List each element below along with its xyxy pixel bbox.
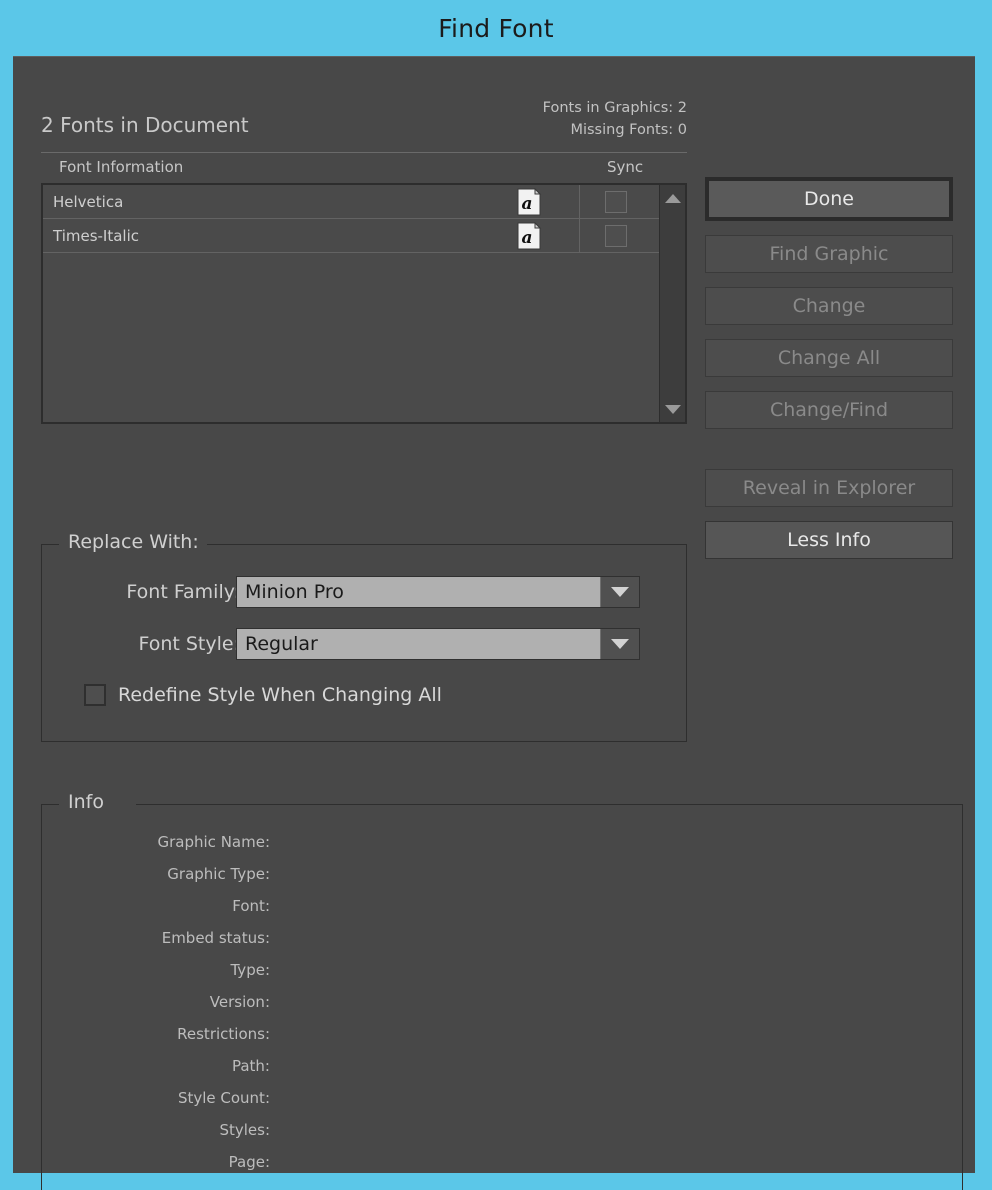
sync-checkbox[interactable] [604, 190, 627, 213]
scroll-up-arrow-icon[interactable] [660, 187, 685, 209]
info-label: Restrictions: [177, 1025, 270, 1043]
font-list-row[interactable]: Helvetica a [43, 185, 659, 219]
fonts-in-graphics-count: Fonts in Graphics: 2 [542, 100, 687, 116]
info-row: Graphic Type: [42, 858, 962, 890]
change-find-button[interactable]: Change/Find [705, 391, 953, 429]
button-group-spacer [705, 443, 953, 469]
info-field-list: Graphic Name: Graphic Type: Font: Embed sta… [42, 826, 962, 1178]
sync-cell[interactable] [579, 219, 652, 252]
redefine-style-checkbox[interactable] [84, 684, 106, 706]
missing-fonts-count: Missing Fonts: 0 [570, 122, 687, 138]
fonts-in-document-count: 2 Fonts in Document [41, 113, 249, 137]
info-legend: Info [60, 791, 112, 813]
info-label: Styles: [219, 1121, 270, 1139]
info-label: Graphic Type: [167, 865, 270, 883]
change-all-button[interactable]: Change All [705, 339, 953, 377]
info-label: Type: [230, 961, 270, 979]
svg-text:a: a [521, 194, 532, 214]
info-row: Graphic Name: [42, 826, 962, 858]
postscript-font-icon: a [515, 221, 543, 250]
font-family-label: Font Family: [126, 581, 240, 603]
done-button[interactable]: Done [705, 177, 953, 221]
font-list-rows[interactable]: Helvetica a Times-Italic a [43, 185, 659, 422]
info-row: Version: [42, 986, 962, 1018]
info-label: Graphic Name: [157, 833, 271, 851]
redefine-style-label: Redefine Style When Changing All [118, 684, 442, 706]
info-row: Page: [42, 1146, 962, 1178]
info-label: Embed status: [161, 929, 270, 947]
font-style-dropdown[interactable]: Regular [236, 628, 640, 660]
info-row: Restrictions: [42, 1018, 962, 1050]
font-list-row[interactable]: Times-Italic a [43, 219, 659, 253]
sync-cell[interactable] [579, 185, 652, 218]
font-name-label: Times-Italic [53, 226, 140, 245]
column-header-sync: Sync [607, 158, 644, 176]
list-column-headers: Font Information Sync [41, 156, 687, 182]
group-border-right [136, 804, 963, 805]
info-group: Info Graphic Name: Graphic Type: Font: Embe… [41, 791, 963, 1190]
postscript-font-icon: a [515, 187, 543, 216]
font-family-value[interactable]: Minion Pro [237, 577, 601, 607]
dialog-title: Find Font [438, 13, 554, 43]
column-header-font-information: Font Information [59, 158, 184, 176]
redefine-style-checkbox-row[interactable]: Redefine Style When Changing All [84, 684, 442, 706]
group-border-right [188, 544, 687, 545]
reveal-in-explorer-button[interactable]: Reveal in Explorer [705, 469, 953, 507]
graphics-counts: Fonts in Graphics: 2 Missing Fonts: 0 [543, 97, 687, 141]
info-row: Style Count: [42, 1082, 962, 1114]
chevron-down-icon[interactable] [601, 629, 639, 659]
header-divider [41, 152, 687, 153]
svg-text:a: a [521, 228, 532, 248]
less-info-button[interactable]: Less Info [705, 521, 953, 559]
replace-with-group: Replace With: Font Family: Minion Pro Fo… [41, 531, 687, 742]
info-row: Path: [42, 1050, 962, 1082]
info-label: Style Count: [177, 1089, 270, 1107]
find-font-dialog: Find Font 2 Fonts in Document Fonts in G… [0, 0, 992, 1190]
scroll-down-arrow-icon[interactable] [660, 398, 685, 420]
info-row: Type: [42, 954, 962, 986]
font-list-scrollbar[interactable] [659, 185, 685, 422]
font-list[interactable]: Helvetica a Times-Italic a [41, 183, 687, 424]
replace-with-legend: Replace With: [60, 531, 207, 553]
find-graphic-button[interactable]: Find Graphic [705, 235, 953, 273]
font-style-label-wrap: Font Style: [42, 628, 240, 660]
font-name-label: Helvetica [53, 192, 124, 211]
dialog-title-bar: Find Font [0, 0, 992, 56]
font-family-label-wrap: Font Family: [42, 576, 240, 608]
dialog-body: 2 Fonts in Document Fonts in Graphics: 2… [13, 56, 975, 1190]
info-label: Font: [232, 897, 270, 915]
action-button-column: Done Find Graphic Change Change All Chan… [705, 177, 953, 573]
font-style-label: Font Style: [138, 633, 240, 655]
change-button[interactable]: Change [705, 287, 953, 325]
info-row: Font: [42, 890, 962, 922]
group-border-left [41, 544, 59, 545]
info-row: Styles: [42, 1114, 962, 1146]
info-label: Page: [228, 1153, 270, 1171]
info-label: Version: [209, 993, 270, 1011]
font-style-value[interactable]: Regular [237, 629, 601, 659]
group-border-left [41, 804, 59, 805]
sync-checkbox[interactable] [604, 224, 627, 247]
info-row: Embed status: [42, 922, 962, 954]
font-family-dropdown[interactable]: Minion Pro [236, 576, 640, 608]
chevron-down-icon[interactable] [601, 577, 639, 607]
info-label: Path: [231, 1057, 270, 1075]
document-summary-row: 2 Fonts in Document Fonts in Graphics: 2… [41, 97, 687, 147]
